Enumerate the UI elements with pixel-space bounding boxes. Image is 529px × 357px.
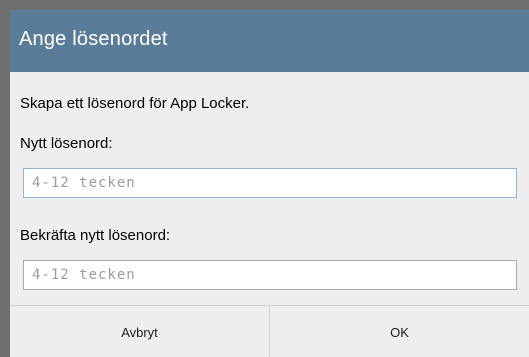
dialog-title: Ange lösenordet: [19, 28, 168, 50]
cancel-button[interactable]: Avbryt: [10, 306, 270, 357]
confirm-password-input[interactable]: [23, 260, 517, 290]
confirm-password-label: Bekräfta nytt lösenord:: [20, 227, 171, 244]
new-password-label: Nytt lösenord:: [20, 135, 113, 152]
ok-button[interactable]: OK: [270, 306, 529, 357]
dialog-button-bar: Avbryt OK: [10, 305, 529, 357]
password-dialog: Ange lösenordet Skapa ett lösenord för A…: [10, 10, 529, 357]
screen-backdrop: Ange lösenordet Skapa ett lösenord för A…: [0, 0, 529, 357]
new-password-input[interactable]: [23, 168, 517, 198]
dialog-titlebar: Ange lösenordet: [10, 10, 529, 72]
dialog-message: Skapa ett lösenord för App Locker.: [20, 95, 250, 112]
